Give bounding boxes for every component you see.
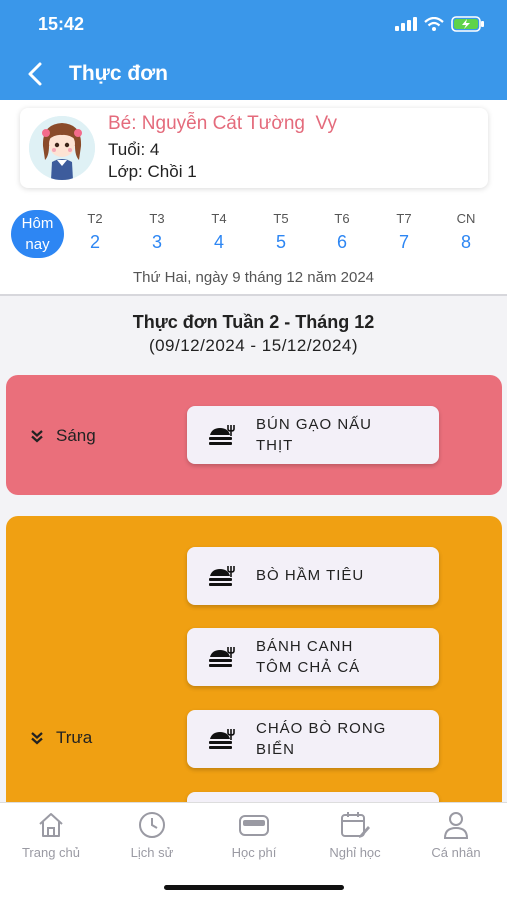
double-chevron-down-icon bbox=[31, 732, 43, 745]
day-item-t4[interactable]: T4 4 bbox=[199, 211, 239, 253]
status-icons bbox=[395, 16, 485, 32]
today-label-line2: nay bbox=[25, 236, 50, 253]
child-class: Lớp: Chồi 1 bbox=[108, 162, 197, 181]
day-label: T3 bbox=[149, 211, 165, 226]
menu-week-range: (09/12/2024 - 15/12/2024) bbox=[148, 336, 359, 355]
tab-label: Nghỉ học bbox=[329, 845, 381, 860]
child-age: Tuổi: 4 bbox=[108, 140, 160, 159]
meal-toggle-noon[interactable]: Trưa bbox=[30, 728, 92, 748]
day-number: 6 bbox=[336, 232, 347, 252]
wallet-icon bbox=[239, 815, 269, 836]
today-label-line1: Hôm bbox=[21, 215, 54, 232]
child-and-week-section: Bé: Nguyễn Cát Tường Vy Tuổi: 4 Lớp: Chồ… bbox=[0, 100, 507, 296]
dish-name: BÒ HẦM TIÊU bbox=[256, 567, 365, 584]
tab-tuition[interactable]: Học phí bbox=[209, 811, 299, 860]
day-item-t5[interactable]: T5 5 bbox=[261, 211, 301, 253]
tab-label: Trang chủ bbox=[21, 845, 81, 860]
meal-dish-icon bbox=[209, 729, 235, 749]
clock-icon bbox=[139, 812, 165, 838]
day-number: 2 bbox=[89, 232, 100, 252]
signal-icon bbox=[395, 17, 417, 31]
child-name: Bé: Nguyễn Cát Tường Vy bbox=[108, 113, 338, 134]
meal-block-noon: Trưa BÒ HẦM TIÊU BÁNH CANH TÔM CHẢ CÁ CH… bbox=[6, 516, 502, 850]
tab-label: Học phí bbox=[231, 845, 277, 860]
app-header: 15:42 Thực đơn bbox=[0, 0, 507, 100]
day-label: T4 bbox=[211, 211, 227, 226]
child-profile-card: Bé: Nguyễn Cát Tường Vy Tuổi: 4 Lớp: Chồ… bbox=[20, 108, 488, 188]
day-label: T5 bbox=[273, 211, 289, 226]
day-item-cn[interactable]: CN 8 bbox=[446, 211, 486, 253]
home-indicator bbox=[164, 885, 344, 890]
today-button[interactable]: Hôm nay bbox=[11, 210, 64, 258]
day-item-t7[interactable]: T7 7 bbox=[384, 211, 424, 253]
day-item-t3[interactable]: T3 3 bbox=[137, 211, 177, 253]
wifi-icon bbox=[424, 17, 444, 31]
meal-dish-icon bbox=[209, 647, 235, 667]
meal-label-morning: Sáng bbox=[56, 426, 96, 445]
dish-name: CHÁO BÒ RONG BIỂN bbox=[256, 720, 387, 758]
meal-block-morning: Sáng BÚN GẠO NẤU THỊT bbox=[6, 375, 502, 495]
day-number: 8 bbox=[460, 232, 471, 252]
page-title: Thực đơn bbox=[69, 62, 168, 85]
tab-home[interactable]: Trang chủ bbox=[6, 811, 96, 860]
tab-label: Lịch sử bbox=[130, 845, 174, 860]
battery-charging-icon bbox=[451, 16, 484, 32]
day-item-t2[interactable]: T2 2 bbox=[75, 211, 115, 253]
day-number: 5 bbox=[275, 232, 286, 252]
tab-profile[interactable]: Cá nhân bbox=[411, 811, 501, 860]
day-number: 4 bbox=[213, 232, 224, 252]
day-label: CN bbox=[456, 211, 476, 226]
home-icon bbox=[39, 813, 63, 837]
dish-card[interactable]: BÚN GẠO NẤU THỊT bbox=[187, 406, 439, 464]
person-icon bbox=[443, 812, 469, 839]
dish-name: BÚN GẠO NẤU THỊT bbox=[256, 416, 373, 454]
double-chevron-down-icon bbox=[31, 430, 43, 443]
dish-card[interactable]: BÒ HẦM TIÊU bbox=[187, 547, 439, 605]
dish-card[interactable]: CHÁO BÒ RONG BIỂN bbox=[187, 710, 439, 768]
menu-week-title: Thực đơn Tuần 2 - Tháng 12 bbox=[132, 312, 375, 332]
back-arrow-icon[interactable] bbox=[24, 60, 48, 88]
dish-card[interactable]: BÁNH CANH TÔM CHẢ CÁ bbox=[187, 628, 439, 686]
day-number: 3 bbox=[151, 232, 162, 252]
day-label: T6 bbox=[334, 211, 350, 226]
meal-dish-icon bbox=[209, 566, 235, 586]
meal-dish-icon bbox=[209, 425, 235, 445]
meal-label-noon: Trưa bbox=[56, 728, 93, 747]
day-number: 7 bbox=[398, 232, 409, 252]
day-item-t6[interactable]: T6 6 bbox=[322, 211, 362, 253]
dish-name: BÁNH CANH TÔM CHẢ CÁ bbox=[256, 638, 361, 676]
calendar-edit-icon bbox=[341, 812, 370, 838]
day-label: T2 bbox=[87, 211, 103, 226]
selected-date: Thứ Hai, ngày 9 tháng 12 năm 2024 bbox=[132, 269, 375, 286]
child-avatar bbox=[29, 116, 95, 180]
tab-leave[interactable]: Nghỉ học bbox=[310, 811, 400, 860]
day-label: T7 bbox=[396, 211, 412, 226]
tab-label: Cá nhân bbox=[431, 845, 481, 860]
tab-history[interactable]: Lịch sử bbox=[107, 811, 197, 860]
meal-toggle-morning[interactable]: Sáng bbox=[30, 426, 96, 446]
status-time: 15:42 bbox=[38, 14, 85, 34]
